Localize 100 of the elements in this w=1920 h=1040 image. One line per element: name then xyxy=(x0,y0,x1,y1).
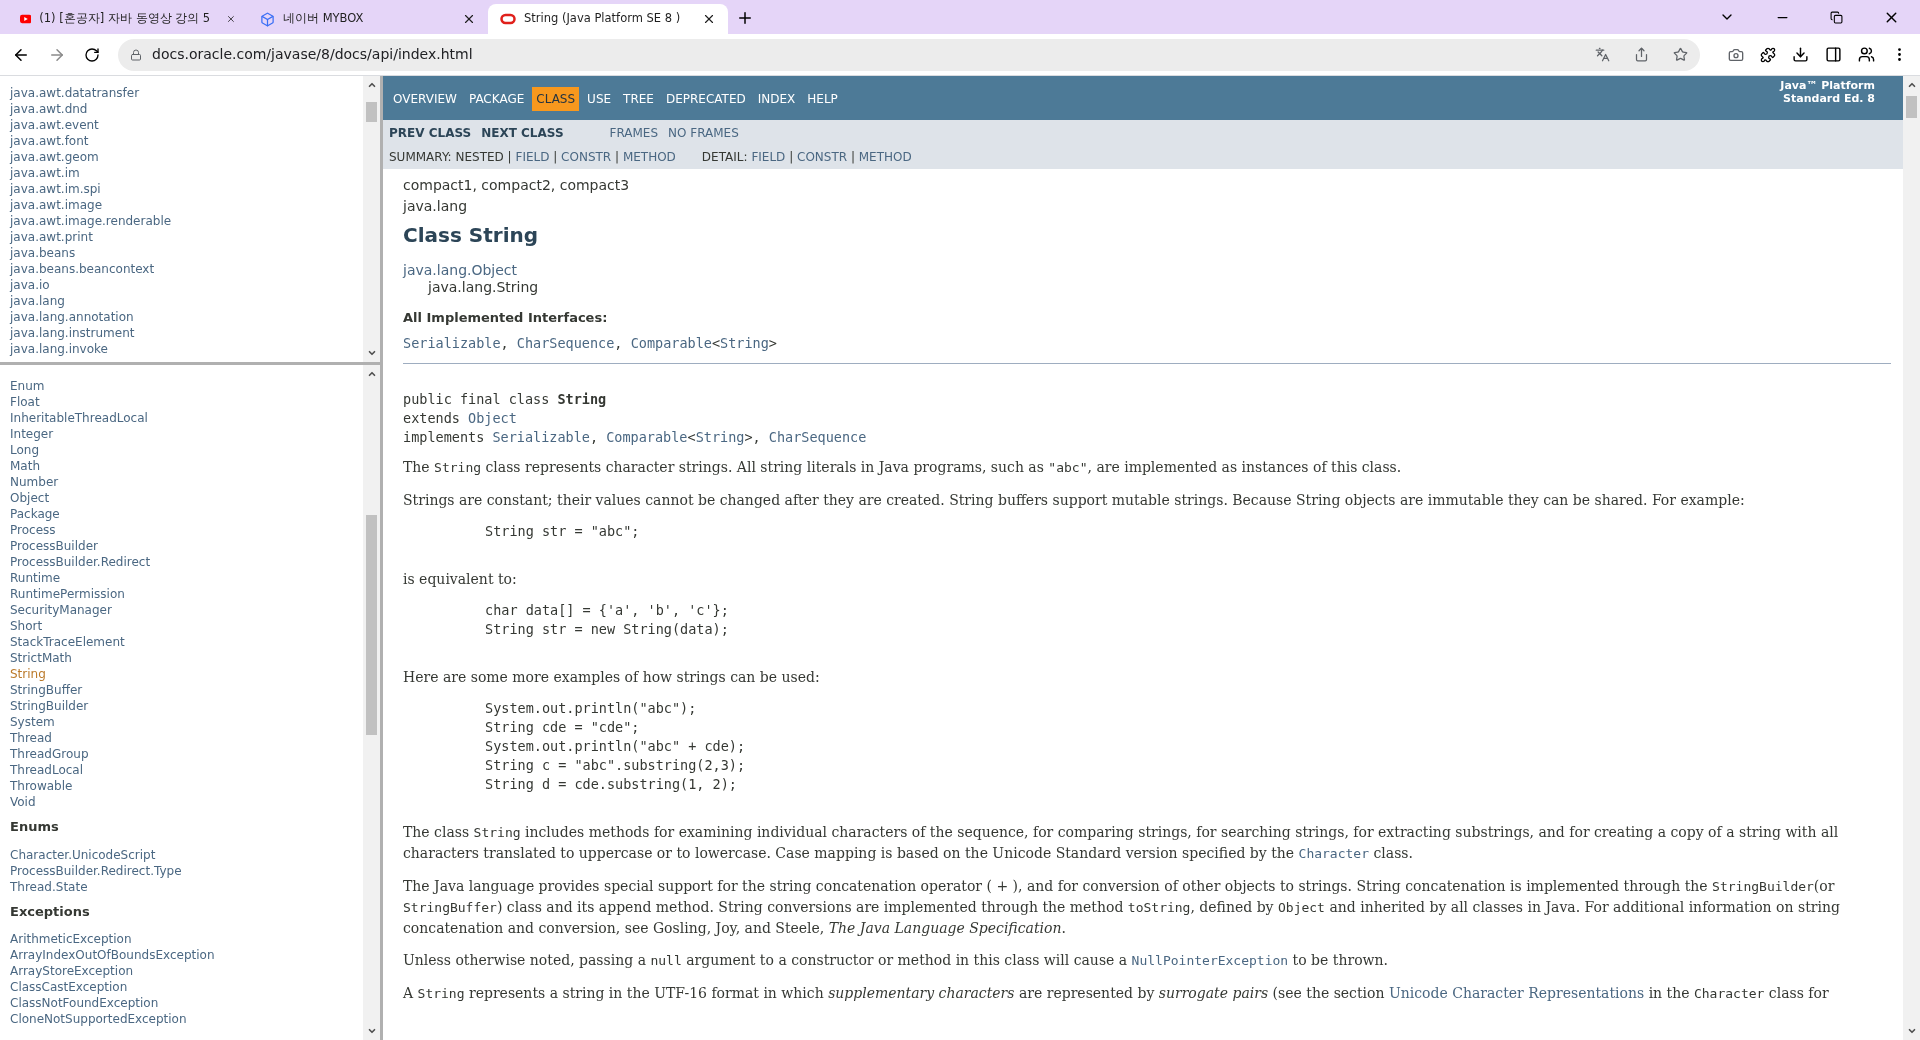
camera-icon[interactable] xyxy=(1728,46,1744,63)
link[interactable]: Serializable xyxy=(403,334,501,351)
class-link[interactable]: ProcessBuilder.Redirect xyxy=(10,555,151,569)
profile-icon[interactable] xyxy=(1858,46,1875,63)
link[interactable]: CONSTR xyxy=(797,149,848,164)
link[interactable]: String xyxy=(695,428,745,445)
package-link[interactable]: java.awt.im.spi xyxy=(10,182,101,196)
class-link[interactable]: String xyxy=(10,667,46,681)
package-link[interactable]: java.beans.beancontext xyxy=(10,262,155,276)
scroll-down-icon[interactable] xyxy=(366,1026,377,1036)
nav-tab[interactable]: HELP xyxy=(803,87,842,111)
class-link[interactable]: RuntimePermission xyxy=(10,587,125,601)
link[interactable]: CharSequence xyxy=(768,428,867,445)
scroll-down-icon[interactable] xyxy=(1906,1026,1917,1036)
class-link[interactable]: StackTraceElement xyxy=(10,635,125,649)
class-link[interactable]: StrictMath xyxy=(10,651,72,665)
star-icon[interactable] xyxy=(1673,47,1688,62)
class-link[interactable]: ArrayStoreException xyxy=(10,964,134,978)
package-link[interactable]: java.awt.image xyxy=(10,198,103,212)
class-link[interactable]: InheritableThreadLocal xyxy=(10,411,148,425)
package-link[interactable]: java.awt.datatransfer xyxy=(10,86,140,100)
link[interactable]: Serializable xyxy=(492,428,590,445)
package-link[interactable]: java.lang.instrument xyxy=(10,326,135,340)
class-link[interactable]: Package xyxy=(10,507,60,521)
link[interactable]: Comparable xyxy=(606,428,688,445)
address-bar[interactable]: docs.oracle.com/javase/8/docs/api/index.html xyxy=(118,38,1700,71)
package-link[interactable]: java.lang.annotation xyxy=(10,310,134,324)
scrollbar[interactable] xyxy=(363,76,380,362)
class-link[interactable]: Thread.State xyxy=(10,879,88,894)
close-icon[interactable] xyxy=(462,12,476,26)
scrollbar-thumb[interactable] xyxy=(366,102,377,122)
class-link[interactable]: ProcessBuilder xyxy=(10,539,98,553)
scroll-up-icon[interactable] xyxy=(366,369,377,379)
scrollbar[interactable] xyxy=(1903,76,1920,1040)
browser-tab[interactable]: String (Java Platform SE 8 ) xyxy=(488,4,728,34)
package-link[interactable]: java.awt.geom xyxy=(10,150,99,164)
browser-tab[interactable]: 네이버 MYBOX xyxy=(248,4,488,34)
link[interactable]: FIELD xyxy=(515,149,550,164)
scrollbar-thumb[interactable] xyxy=(1906,96,1917,118)
package-link[interactable]: java.awt.image.renderable xyxy=(10,214,172,228)
class-link[interactable]: ClassNotFoundException xyxy=(10,996,159,1010)
nav-tab[interactable]: DEPRECATED xyxy=(661,87,750,111)
nav-tab[interactable]: TREE xyxy=(619,87,658,111)
side-panel-icon[interactable] xyxy=(1825,46,1842,63)
class-link[interactable]: StringBuffer xyxy=(10,683,83,697)
class-link[interactable]: ThreadGroup xyxy=(10,747,89,761)
class-link[interactable]: Throwable xyxy=(10,779,73,793)
link[interactable]: Character xyxy=(1298,845,1369,861)
link[interactable]: String xyxy=(720,334,769,351)
nav-tab[interactable]: OVERVIEW xyxy=(389,87,461,111)
package-link[interactable]: java.beans xyxy=(10,246,76,260)
link[interactable]: java.lang.Object xyxy=(403,262,518,278)
browser-tab[interactable]: (1) [혼공자] 자바 동영상 강의 5 xyxy=(8,4,248,34)
restore-icon[interactable] xyxy=(1830,10,1843,24)
close-icon[interactable] xyxy=(702,12,716,26)
class-link[interactable]: Enum xyxy=(10,379,45,393)
nav-link[interactable]: FRAMES xyxy=(609,123,659,142)
nav-link[interactable]: PREV CLASS xyxy=(389,123,472,142)
class-link[interactable]: CloneNotSupportedException xyxy=(10,1012,187,1026)
class-link[interactable]: Integer xyxy=(10,427,54,441)
link[interactable]: CONSTR xyxy=(561,149,612,164)
scrollbar[interactable] xyxy=(363,365,380,1040)
link[interactable]: NullPointerException xyxy=(1131,952,1289,968)
scroll-up-icon[interactable] xyxy=(1906,80,1917,90)
class-link[interactable]: ClassCastException xyxy=(10,980,128,994)
link[interactable]: METHOD xyxy=(622,149,676,164)
package-link[interactable]: java.awt.im xyxy=(10,166,80,180)
nav-tab[interactable]: CLASS xyxy=(532,87,580,111)
class-link[interactable]: Long xyxy=(10,443,40,457)
class-link[interactable]: Character.UnicodeScript xyxy=(10,847,156,862)
extensions-icon[interactable] xyxy=(1760,46,1776,63)
reload-icon[interactable] xyxy=(84,46,100,63)
link[interactable]: CharSequence xyxy=(516,334,615,351)
class-link[interactable]: Void xyxy=(10,795,36,809)
link[interactable]: FIELD xyxy=(751,149,786,164)
scroll-up-icon[interactable] xyxy=(366,80,377,90)
link[interactable]: Comparable xyxy=(630,334,712,351)
class-link[interactable]: Number xyxy=(10,475,59,489)
nav-tab[interactable]: PACKAGE xyxy=(464,87,529,111)
scroll-down-icon[interactable] xyxy=(366,348,377,358)
nav-link[interactable]: NEXT CLASS xyxy=(481,123,564,142)
nav-tab[interactable]: USE xyxy=(583,87,616,111)
class-link[interactable]: ProcessBuilder.Redirect.Type xyxy=(10,863,182,878)
class-link[interactable]: StringBuilder xyxy=(10,699,89,713)
class-link[interactable]: Math xyxy=(10,459,41,473)
class-link[interactable]: Float xyxy=(10,395,40,409)
class-link[interactable]: Object xyxy=(10,491,50,505)
package-link[interactable]: java.io xyxy=(10,278,50,292)
class-link[interactable]: Thread xyxy=(10,731,52,745)
nav-tab[interactable]: INDEX xyxy=(753,87,800,111)
class-link[interactable]: Process xyxy=(10,523,56,537)
link[interactable]: Object xyxy=(468,409,517,426)
link[interactable]: METHOD xyxy=(858,149,912,164)
share-icon[interactable] xyxy=(1634,47,1649,62)
download-icon[interactable] xyxy=(1792,46,1809,63)
class-link[interactable]: SecurityManager xyxy=(10,603,112,617)
translate-icon[interactable] xyxy=(1595,47,1610,62)
nav-link[interactable]: NO FRAMES xyxy=(668,123,739,142)
scrollbar-thumb[interactable] xyxy=(366,515,377,735)
package-link[interactable]: java.lang.invoke xyxy=(10,342,108,356)
